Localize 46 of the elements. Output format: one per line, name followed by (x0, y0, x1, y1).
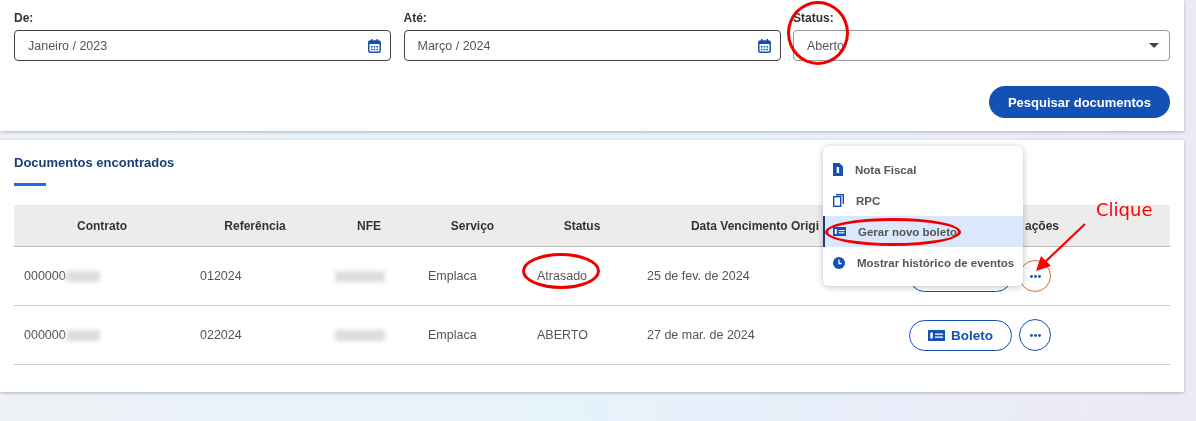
redacted-blur (335, 270, 385, 282)
ellipsis-icon (1029, 333, 1041, 337)
table-cell: 27 de mar. de 2024 (647, 328, 755, 342)
column-header: NFE (357, 218, 381, 233)
table-cell: Emplaca (428, 269, 477, 283)
field-label: Até: (403, 11, 428, 25)
menu-item[interactable]: Mostrar histórico de eventos (823, 247, 1023, 278)
table-cell: 012024 (200, 269, 242, 283)
status-dropdown[interactable]: Aberto (793, 30, 1170, 61)
field-label: De: (14, 11, 35, 25)
table-cell: 000000 (24, 328, 66, 342)
clock-icon (833, 256, 845, 269)
boleto-icon (928, 329, 945, 341)
column-header: Serviço (450, 218, 495, 233)
redacted-blur (65, 270, 100, 282)
annotation-label: Clique (1096, 199, 1153, 220)
calendar-icon (757, 38, 771, 53)
column-header: Data Vencimento Origi (690, 218, 819, 233)
copy-icon (833, 194, 844, 207)
column-header: Contrato (77, 218, 127, 233)
menu-item[interactable]: Gerar novo boleto (823, 216, 1023, 247)
boleto-icon (833, 227, 846, 236)
date-field[interactable]: Março / 2024 (403, 30, 781, 61)
more-options-button[interactable] (1019, 319, 1051, 351)
document-icon (833, 163, 843, 176)
field-label: Status: (793, 11, 835, 25)
table-cell: 25 de fev. de 2024 (647, 269, 750, 283)
table-cell: 022024 (200, 328, 242, 342)
boleto-button[interactable]: Boleto (909, 319, 1012, 351)
dropdown-caret-icon (1149, 43, 1159, 48)
menu-item[interactable]: Nota Fiscal (823, 154, 1023, 185)
date-field[interactable]: Janeiro / 2023 (14, 30, 391, 61)
table-cell: ABERTO (537, 328, 588, 342)
redacted-blur (65, 329, 100, 341)
section-title: Documentos encontrados (14, 155, 175, 170)
table-cell: 000000 (24, 269, 66, 283)
search-button[interactable]: Pesquisar documentos (988, 86, 1170, 118)
column-header: Status (563, 218, 601, 233)
ellipsis-icon (1029, 274, 1041, 278)
menu-item[interactable]: RPC (823, 185, 1023, 216)
calendar-icon (368, 38, 381, 53)
column-header: ações (1025, 218, 1060, 233)
table-cell: Atrasado (537, 269, 588, 283)
table-cell: Emplaca (428, 328, 477, 342)
column-header: Referência (224, 218, 286, 233)
redacted-blur (335, 329, 385, 341)
